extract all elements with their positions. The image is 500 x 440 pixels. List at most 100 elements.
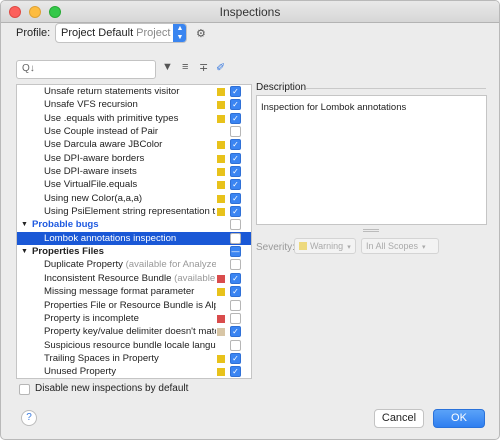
tree-item-row[interactable]: Use DPI-aware insets ✓ xyxy=(17,165,251,178)
disable-new-inspections-label: Disable new inspections by default xyxy=(35,383,189,394)
profile-label: Profile: xyxy=(16,27,51,39)
enable-checkbox[interactable]: ✓ xyxy=(230,286,241,298)
enable-checkbox[interactable] xyxy=(230,339,241,351)
collapse-all-icon[interactable]: ∓ xyxy=(199,61,208,74)
inspection-name: Inconsistent Resource Bundle (available … xyxy=(44,272,216,285)
tree-item-row[interactable]: Property is incomplete xyxy=(17,312,251,325)
enable-checkbox[interactable] xyxy=(230,259,241,271)
tree-item-row[interactable]: Using new Color(a,a,a) ✓ xyxy=(17,192,251,205)
chevron-down-icon: ▾ xyxy=(347,244,351,251)
enable-checkbox[interactable]: ✓ xyxy=(230,152,241,164)
ok-button[interactable]: OK xyxy=(433,409,485,428)
scope-value: In All Scopes xyxy=(366,241,419,251)
tree-group-row[interactable]: ▼ Properties Files — xyxy=(17,245,251,258)
enable-checkbox[interactable]: — xyxy=(230,246,241,258)
severity-swatch-icon xyxy=(217,114,225,123)
severity-label: Severity: xyxy=(256,242,295,253)
tree-item-row[interactable]: Missing message format parameter ✓ xyxy=(17,285,251,298)
disable-new-inspections-checkbox[interactable] xyxy=(19,384,30,395)
tree-item-row[interactable]: Using PsiElement string representation t… xyxy=(17,205,251,218)
inspections-dialog: Inspections Profile: Project Default Proj… xyxy=(0,0,500,440)
inspection-label: Properties Files xyxy=(32,246,104,258)
tree-item-row[interactable]: Unsafe return statements visitor ✓ xyxy=(17,85,251,98)
filter-icon[interactable]: ▼ xyxy=(162,61,173,73)
profile-select[interactable]: Project Default Project ▲ ▼ xyxy=(55,23,187,43)
inspection-name: Properties Files xyxy=(32,245,204,258)
inspection-name: Missing message format parameter xyxy=(44,285,216,298)
tree-item-row[interactable]: Properties File or Resource Bundle is Al… xyxy=(17,299,251,312)
inspection-label: Unsafe return statements visitor xyxy=(44,86,180,97)
inspection-name: Use VirtualFile.equals xyxy=(44,178,216,191)
tree-item-row[interactable]: Use Couple instead of Pair xyxy=(17,125,251,138)
enable-checkbox[interactable]: ✓ xyxy=(230,366,241,378)
title-bar: Inspections xyxy=(1,1,499,23)
splitter-handle[interactable] xyxy=(363,229,379,232)
inspection-name: Unsafe return statements visitor xyxy=(44,85,216,98)
tree-item-row[interactable]: Inconsistent Resource Bundle (available … xyxy=(17,272,251,285)
enable-checkbox[interactable]: ✓ xyxy=(230,192,241,204)
enable-checkbox[interactable]: ✓ xyxy=(230,86,241,97)
tree-item-row[interactable]: Use DPI-aware borders ✓ xyxy=(17,152,251,165)
inspection-name: Properties File or Resource Bundle is Al… xyxy=(44,299,216,312)
profile-sub: Project xyxy=(136,27,171,39)
search-input[interactable]: Q↓ xyxy=(16,60,156,79)
inspection-label: Suspicious resource bundle locale langua xyxy=(44,339,216,351)
enable-checkbox[interactable]: ✓ xyxy=(230,112,241,124)
eraser-icon[interactable]: ✐ xyxy=(216,61,225,74)
enable-checkbox[interactable] xyxy=(230,299,241,311)
severity-swatch-icon xyxy=(217,354,225,363)
tree-item-row[interactable]: Use Darcula aware JBColor ✓ xyxy=(17,138,251,151)
severity-swatch-icon xyxy=(217,181,225,190)
expand-triangle-icon[interactable]: ▼ xyxy=(21,218,28,231)
scope-select: In All Scopes ▾ xyxy=(361,238,439,254)
enable-checkbox[interactable]: ✓ xyxy=(230,99,241,111)
inspection-label: Use Couple instead of Pair xyxy=(44,126,159,138)
tree-item-row[interactable]: Suspicious resource bundle locale langua xyxy=(17,339,251,352)
inspection-name: Unsafe VFS recursion xyxy=(44,98,216,111)
inspection-label: Use .equals with primitive types xyxy=(44,112,179,124)
inspection-name: Use Couple instead of Pair xyxy=(44,125,216,138)
inspection-label: Properties File or Resource Bundle is Al… xyxy=(44,299,216,311)
tree-item-row[interactable]: Lombok annotations inspection xyxy=(17,231,251,246)
inspection-name: Use Darcula aware JBColor xyxy=(44,138,216,151)
inspection-label: Lombok annotations inspection xyxy=(44,232,177,244)
tree-item-row[interactable]: Use .equals with primitive types ✓ xyxy=(17,112,251,125)
inspection-label: Use Darcula aware JBColor xyxy=(44,139,163,151)
inspection-name: Using new Color(a,a,a) xyxy=(44,192,216,205)
gear-icon[interactable]: ⚙ xyxy=(196,27,206,40)
tree-item-row[interactable]: Trailing Spaces in Property ✓ xyxy=(17,352,251,365)
enable-checkbox[interactable] xyxy=(230,126,241,138)
enable-checkbox[interactable]: ✓ xyxy=(230,179,241,191)
tree-item-row[interactable]: Unused Property ✓ xyxy=(17,365,251,378)
tree-group-row[interactable]: ▼ Probable bugs xyxy=(17,218,251,231)
cancel-button[interactable]: Cancel xyxy=(374,409,424,428)
enable-checkbox[interactable]: ✓ xyxy=(230,166,241,178)
inspection-name: Property is incomplete xyxy=(44,312,216,325)
enable-checkbox[interactable] xyxy=(230,312,241,324)
inspection-hint: (available f xyxy=(171,272,216,284)
inspection-label: Property key/value delimiter doesn't mat… xyxy=(44,326,216,338)
enable-checkbox[interactable]: ✓ xyxy=(230,139,241,151)
tree-item-row[interactable]: Property key/value delimiter doesn't mat… xyxy=(17,325,251,338)
enable-checkbox[interactable]: ✓ xyxy=(230,352,241,364)
severity-swatch-icon xyxy=(217,168,225,177)
enable-checkbox[interactable] xyxy=(230,219,241,231)
enable-checkbox[interactable]: ✓ xyxy=(230,272,241,284)
enable-checkbox[interactable]: ✓ xyxy=(230,206,241,218)
expand-triangle-icon[interactable]: ▼ xyxy=(21,245,28,258)
tree-item-row[interactable]: Use VirtualFile.equals ✓ xyxy=(17,178,251,191)
tree-item-row[interactable]: Duplicate Property (available for Analyz… xyxy=(17,258,251,271)
tree-item-row[interactable]: Unsafe VFS recursion ✓ xyxy=(17,98,251,111)
search-icon: Q↓ xyxy=(22,63,35,74)
inspection-label: Inconsistent Resource Bundle xyxy=(44,272,172,284)
inspection-name: Use .equals with primitive types xyxy=(44,112,216,125)
enable-checkbox[interactable] xyxy=(230,232,241,244)
inspection-name: Duplicate Property (available for Analyz… xyxy=(44,258,216,271)
inspections-tree[interactable]: Unsafe return statements visitor ✓ Unsafe … xyxy=(16,84,252,379)
expand-all-icon[interactable]: ≡ xyxy=(182,61,188,73)
severity-swatch-icon xyxy=(217,101,225,110)
enable-checkbox[interactable]: ✓ xyxy=(230,326,241,338)
profile-value: Project Default xyxy=(61,27,134,39)
severity-swatch-icon xyxy=(217,328,225,337)
help-button[interactable]: ? xyxy=(21,410,37,426)
